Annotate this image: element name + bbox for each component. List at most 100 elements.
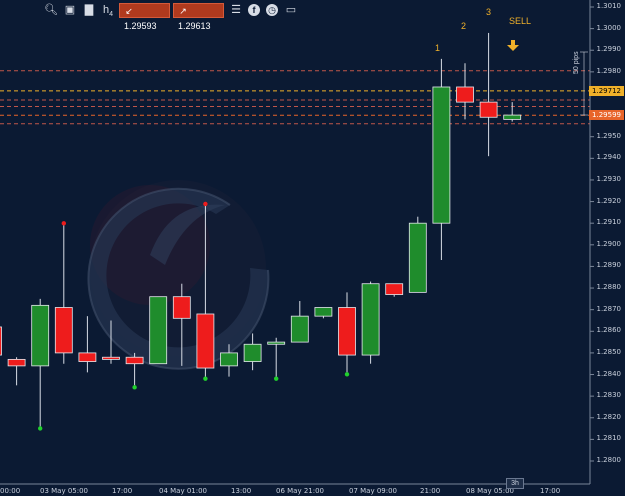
- candle-body: [267, 341, 286, 345]
- chart-area[interactable]: 🔍︎ ▣ ▇ h4 ↙ 1.29593 ↗ 1.29613 ☰ f ◷ ▭ 1.30…: [0, 0, 625, 496]
- fractal-marker: [203, 376, 208, 381]
- price-tag-current: 1.29599: [589, 110, 624, 121]
- candle: [290, 301, 309, 343]
- candle-body: [432, 86, 451, 224]
- wave-label-2: 2: [461, 21, 467, 31]
- wave-label-3: 3: [486, 7, 492, 17]
- time-axis-label: 17:00: [112, 487, 133, 495]
- price-tag-upper: 1.29712: [589, 85, 624, 96]
- price-chart[interactable]: [0, 0, 625, 496]
- time-axis-label: 07 May 09:00: [349, 487, 398, 495]
- timeframe-badge: 3h: [506, 478, 524, 489]
- sell-signal-label: SELL: [509, 16, 532, 26]
- price-axis-label: 1.2840: [596, 369, 622, 378]
- chart-toolbar: 🔍︎ ▣ ▇ h4 ↙ 1.29593 ↗ 1.29613 ☰ f ◷ ▭: [0, 0, 590, 31]
- candle: [54, 225, 73, 364]
- broker-logo-watermark: [87, 180, 270, 370]
- candle-body: [196, 313, 215, 369]
- candle: [125, 352, 144, 386]
- candle: [31, 298, 50, 427]
- price-axis-label: 1.2950: [596, 131, 622, 140]
- fractal-marker: [61, 221, 66, 226]
- price-axis-label: 1.2920: [596, 196, 622, 205]
- candle: [78, 316, 97, 373]
- candle-body: [78, 352, 97, 362]
- fractal-marker: [203, 201, 208, 207]
- buy-arrow-small-icon: ↗: [179, 6, 187, 16]
- price-axis-label: 1.2990: [596, 45, 622, 54]
- fractal-marker: [274, 376, 279, 381]
- candle-body: [172, 296, 191, 319]
- price-axis-label: 1.2930: [596, 174, 622, 183]
- facebook-icon[interactable]: f: [247, 3, 261, 17]
- price-axis-label: 1.2860: [596, 326, 622, 335]
- pips-label: 50 pips: [573, 51, 580, 74]
- candle-body: [456, 86, 474, 103]
- candle: [503, 102, 522, 122]
- price-axis-label: 1.2850: [596, 347, 622, 356]
- candle: [385, 283, 404, 297]
- sell-price-box[interactable]: ↙ 1.29593: [119, 3, 170, 31]
- candle-body: [243, 343, 262, 362]
- price-axis-label: 1.2980: [596, 66, 622, 75]
- candle: [0, 326, 2, 356]
- candle: [267, 337, 286, 377]
- candle-body: [290, 315, 309, 343]
- sell-arrow-icon: [507, 40, 519, 51]
- fractal-marker: [344, 372, 350, 377]
- candle-body: [385, 283, 404, 295]
- clock-icon[interactable]: ◷: [265, 3, 279, 17]
- trader-icon[interactable]: ▭: [284, 3, 298, 17]
- price-axis-label: 1.2910: [596, 218, 622, 227]
- buy-price-box[interactable]: ↗ 1.29613: [173, 3, 224, 31]
- price-axis-label: 1.3010: [596, 2, 622, 10]
- fractal-marker: [132, 385, 137, 390]
- price-axis-label: 1.2820: [596, 412, 622, 421]
- checklist-icon[interactable]: ☰: [229, 3, 243, 17]
- period-icon[interactable]: h4: [100, 3, 116, 19]
- wave-label-1: 1: [435, 43, 441, 53]
- bar-chart-icon[interactable]: ▇: [82, 3, 96, 17]
- candle-body: [102, 356, 120, 360]
- candle-body: [0, 326, 2, 356]
- candle-body: [125, 356, 144, 365]
- time-axis-label: 00:00: [0, 487, 21, 495]
- candle-body: [408, 222, 427, 293]
- candle: [479, 32, 498, 157]
- time-axis-label: 21:00: [420, 487, 441, 495]
- candle: [408, 216, 427, 293]
- price-axis-label: 1.2900: [596, 239, 622, 248]
- candle: [432, 58, 451, 260]
- candle-body: [7, 358, 26, 367]
- fractal-marker: [38, 426, 43, 431]
- candle: [7, 357, 26, 386]
- price-axis-label: 1.2810: [596, 434, 622, 443]
- candle-body: [220, 352, 238, 367]
- candle-body: [149, 296, 168, 365]
- price-axis-label: 1.2890: [596, 261, 622, 270]
- candle: [149, 296, 168, 365]
- sell-price-value: 1.29593: [124, 21, 157, 31]
- search-icon[interactable]: 🔍︎: [44, 3, 58, 17]
- candle: [314, 307, 333, 319]
- time-axis-label: 03 May 05:00: [40, 487, 89, 495]
- price-axis-label: 1.2940: [596, 153, 622, 162]
- time-axis-label: 06 May 21:00: [276, 487, 325, 495]
- candle: [361, 281, 380, 364]
- price-axis-label: 1.2870: [596, 304, 622, 313]
- screenshot-icon[interactable]: ▣: [63, 3, 77, 17]
- candle-body: [54, 307, 73, 354]
- price-axis-label: 1.2800: [596, 456, 622, 464]
- time-axis-label: 13:00: [231, 487, 252, 495]
- candle-body: [479, 101, 498, 118]
- time-axis-label: 04 May 01:00: [159, 487, 208, 495]
- price-axis-label: 1.3000: [596, 23, 622, 32]
- candle-body: [338, 307, 356, 356]
- candle-body: [314, 307, 333, 317]
- sell-arrow-small-icon: ↙: [125, 6, 133, 16]
- period-value: 4: [109, 11, 114, 19]
- time-axis-label: 17:00: [540, 487, 561, 495]
- candle: [456, 63, 474, 120]
- candle-body: [31, 304, 50, 367]
- candle: [338, 292, 356, 373]
